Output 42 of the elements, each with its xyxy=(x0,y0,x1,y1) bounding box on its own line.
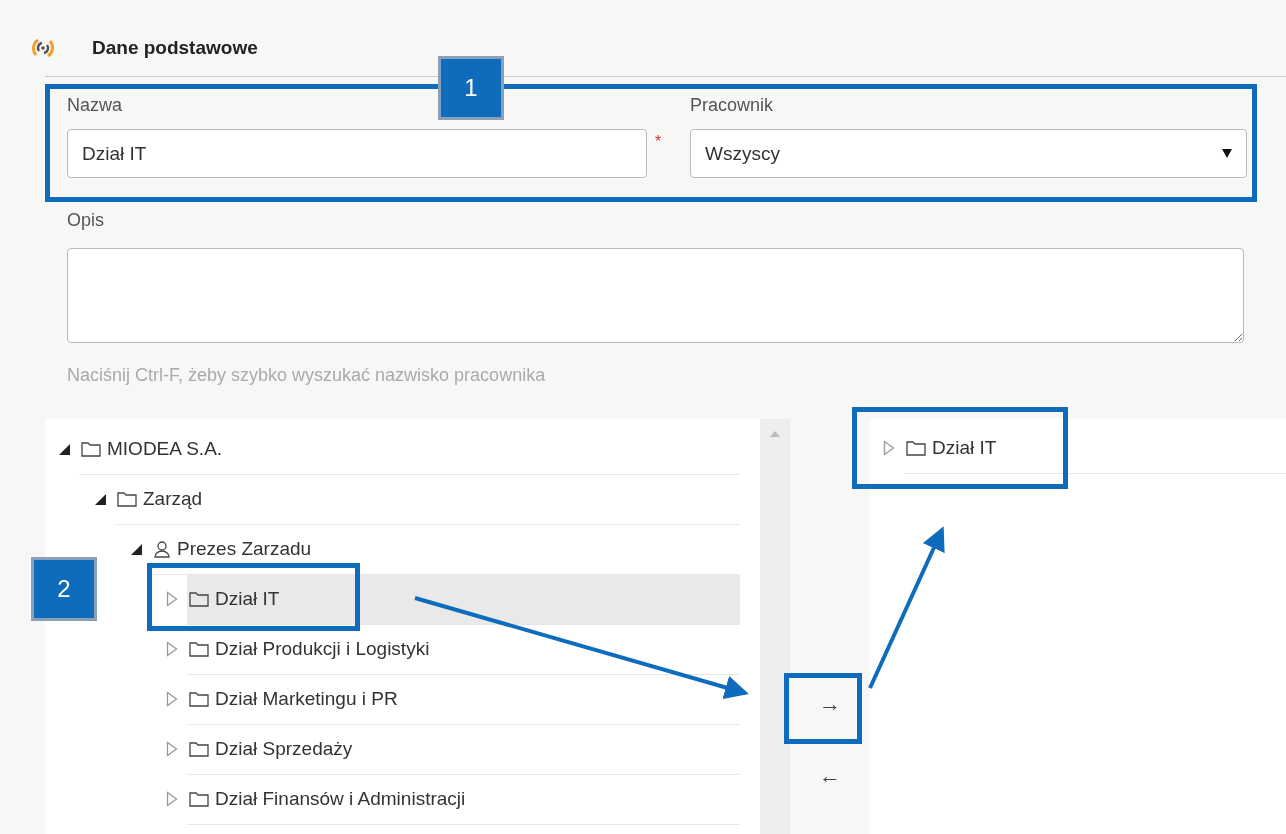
expand-triangle-icon[interactable] xyxy=(165,741,179,757)
tree-item[interactable]: Zarząd xyxy=(115,473,740,525)
collapse-triangle-icon[interactable] xyxy=(129,543,143,555)
transfer-button[interactable]: ← xyxy=(800,746,860,806)
scroll-up-icon[interactable] xyxy=(770,431,780,437)
field-label: Opis xyxy=(67,210,105,232)
scrollbar[interactable] xyxy=(760,419,790,834)
field-label: Nazwa xyxy=(67,95,124,117)
tree-item[interactable]: Dział Marketingu i PR xyxy=(187,673,740,725)
person-icon xyxy=(153,539,171,558)
collapse-triangle-icon[interactable] xyxy=(93,493,107,505)
tree-item[interactable]: Dział Produkcji i Logistyki xyxy=(187,623,740,675)
description-field[interactable] xyxy=(67,248,1244,343)
tree-item[interactable]: Dział Finansów i Administracji xyxy=(187,773,740,825)
expand-triangle-icon[interactable] xyxy=(165,591,179,607)
expand-triangle-icon[interactable] xyxy=(165,791,179,807)
callout-badge: 1 xyxy=(438,56,504,120)
hint-text: Naciśnij Ctrl-F, żeby szybko wyszukać nazwisko pracownika xyxy=(66,364,547,387)
tree-item[interactable]: Dział IT xyxy=(187,573,740,625)
tree-item[interactable]: MIODEA S.A. xyxy=(79,423,740,475)
tree-item[interactable]: Dział IT xyxy=(904,422,1286,474)
expand-triangle-icon[interactable] xyxy=(165,691,179,707)
caret-icon xyxy=(1222,149,1232,158)
expand-triangle-icon[interactable] xyxy=(165,641,179,657)
field-label: Pracownik xyxy=(690,95,775,117)
callout-badge: 2 xyxy=(31,557,97,621)
expand-triangle-icon[interactable] xyxy=(882,440,896,456)
employee-dropdown[interactable]: Wszyscy xyxy=(690,129,1247,178)
folder-icon xyxy=(906,439,926,456)
name-field[interactable]: Dział IT xyxy=(67,129,647,178)
folder-icon xyxy=(81,440,101,457)
tree-item[interactable]: Dział Sprzedaży xyxy=(187,723,740,775)
required-mark: * xyxy=(655,133,662,150)
folder-icon xyxy=(189,740,209,757)
folder-icon xyxy=(189,640,209,657)
folder-icon xyxy=(117,490,137,507)
collapse-triangle-icon[interactable] xyxy=(57,443,71,455)
folder-icon xyxy=(189,590,209,607)
folder-icon xyxy=(189,690,209,707)
section-title: Dane podstawowe xyxy=(92,37,258,59)
transfer-button[interactable]: → xyxy=(800,674,860,734)
folder-icon xyxy=(189,790,209,807)
